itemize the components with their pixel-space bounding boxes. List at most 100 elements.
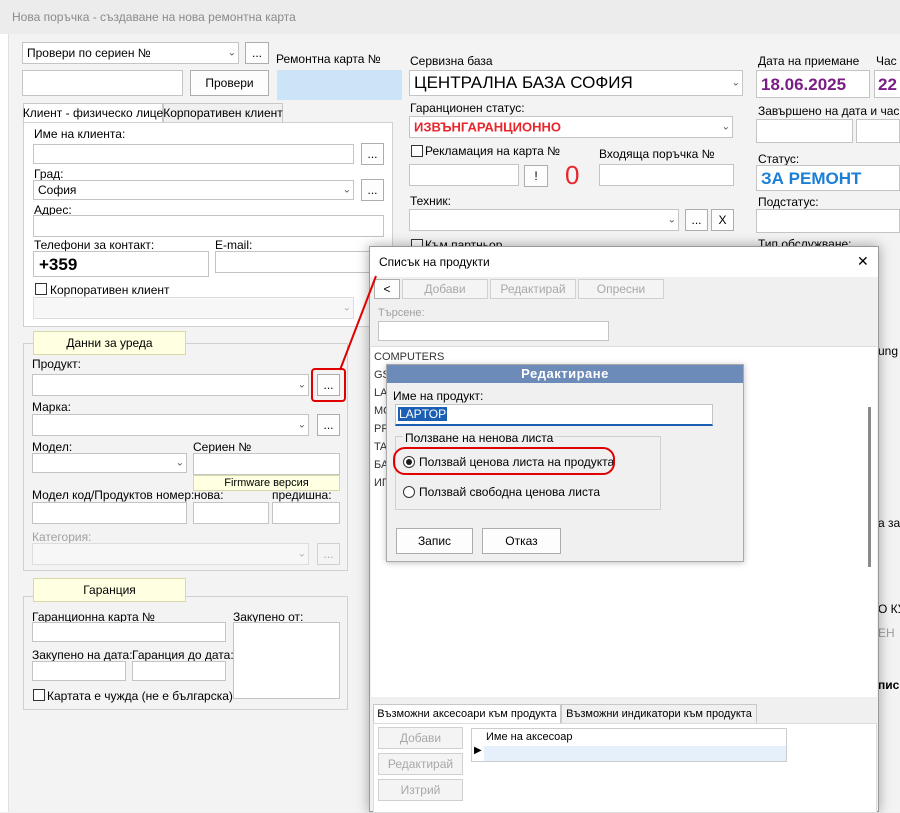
check-button[interactable]: Провери <box>190 70 269 96</box>
hour-label: Час н <box>876 54 900 68</box>
received-hour-field[interactable]: 22 <box>874 70 900 98</box>
accessory-column-header: Име на аксесоар <box>486 731 573 743</box>
foreign-card-checkbox[interactable] <box>33 689 45 701</box>
substatus-input[interactable] <box>756 209 900 233</box>
firmware-previous-input[interactable] <box>272 502 340 524</box>
received-date-label: Дата на приемане <box>758 54 860 68</box>
warranty-status-value: ИЗВЪНГАРАНЦИОННО <box>414 119 562 135</box>
save-button[interactable]: Запис <box>396 528 473 554</box>
corporate-client-checkbox[interactable] <box>35 283 47 295</box>
model-select[interactable]: ⌄ <box>32 453 187 473</box>
tab-indicators[interactable]: Възможни индикатори към продукта <box>561 704 757 724</box>
model-code-label: Модел код/Продуктов номер: <box>32 488 195 502</box>
technician-clear-button[interactable]: X <box>711 209 734 231</box>
device-data-header: Данни за уреда <box>33 331 186 355</box>
chevron-down-icon: ⌄ <box>667 214 676 226</box>
warranty-card-input[interactable] <box>32 622 226 642</box>
product-name-input[interactable]: LAPTOP <box>395 404 713 426</box>
received-date-value: 18.06.2025 <box>761 75 847 94</box>
free-price-list-label: Ползвай свободна ценова листа <box>419 485 601 499</box>
status-field[interactable]: ЗА РЕМОНТ <box>756 165 900 191</box>
edit-dialog-title: Редактиране <box>387 365 743 383</box>
accessory-new-row[interactable] <box>484 746 786 761</box>
left-date-column <box>0 0 9 812</box>
warranty-status-select[interactable]: ИЗВЪНГАРАНЦИОННО ⌄ <box>409 116 733 138</box>
service-base-label: Сервизна база <box>410 54 493 68</box>
brand-label: Марка: <box>32 400 71 414</box>
corporate-client-select[interactable]: ⌄ <box>33 297 354 319</box>
accessory-delete-button[interactable]: Изтрий <box>378 779 463 801</box>
add-product-button[interactable]: Добави <box>402 279 488 299</box>
warranty-status-label: Гаранционен статус: <box>410 101 525 115</box>
product-list-titlebar: Списък на продукти ✕ <box>370 247 878 277</box>
city-dots-button[interactable]: ... <box>361 179 384 201</box>
warranty-header: Гаранция <box>33 578 186 602</box>
city-value: София <box>38 183 77 197</box>
tab-individual-client[interactable]: Клиент - физическо лице <box>23 103 163 123</box>
cancel-button[interactable]: Отказ <box>482 528 561 554</box>
chevron-down-icon: ⌄ <box>227 47 236 59</box>
product-select[interactable]: ⌄ <box>32 374 309 396</box>
product-list-title: Списък на продукти <box>379 255 490 269</box>
accessory-add-button[interactable]: Добави <box>378 727 463 749</box>
refresh-button[interactable]: Опресни <box>578 279 664 299</box>
model-label: Модел: <box>32 440 73 454</box>
new-label: нова: <box>194 488 224 502</box>
chevron-down-icon: ⌄ <box>297 419 306 431</box>
bought-on-input[interactable] <box>32 661 126 681</box>
title-bar: Нова поръчка - създаване на нова ремонтн… <box>0 0 900 34</box>
incoming-order-input[interactable] <box>599 164 734 186</box>
edit-product-button[interactable]: Редактирай <box>490 279 576 299</box>
address-input[interactable] <box>33 215 384 237</box>
chevron-down-icon: ⌄ <box>721 121 730 133</box>
category-label: Категория: <box>32 530 92 544</box>
serial-search-input[interactable] <box>22 70 183 96</box>
completed-date-input[interactable] <box>756 119 853 143</box>
brand-dots-button[interactable]: ... <box>317 414 340 436</box>
window-title: Нова поръчка - създаване на нова ремонтн… <box>12 10 296 24</box>
tab-accessories[interactable]: Възможни аксесоари към продукта <box>373 704 561 724</box>
received-date-field[interactable]: 18.06.2025 <box>756 70 870 98</box>
claim-card-input[interactable] <box>409 164 519 186</box>
category-dots-button[interactable]: ... <box>317 543 340 565</box>
bought-from-input[interactable] <box>233 622 340 699</box>
search-mode-select[interactable]: Провери по сериен № ⌄ <box>22 42 239 64</box>
model-code-input[interactable] <box>32 502 187 524</box>
client-name-input[interactable] <box>33 144 354 164</box>
free-price-list-radio[interactable] <box>403 486 415 498</box>
previous-label: предишна: <box>272 488 332 502</box>
product-name-label: Име на продукт: <box>393 389 484 403</box>
right-fragment-3: О КУ <box>878 602 900 616</box>
product-label: Продукт: <box>32 357 81 371</box>
search-input[interactable] <box>378 321 609 341</box>
completed-time-input[interactable] <box>856 119 900 143</box>
claim-exclaim-button[interactable]: ! <box>524 165 548 187</box>
client-name-label: Име на клиента: <box>34 127 126 141</box>
tab-corporate-client[interactable]: Корпоративен клиент <box>163 103 283 123</box>
technician-dots-button[interactable]: ... <box>685 209 708 231</box>
status-label: Статус: <box>758 152 800 166</box>
claim-checkbox[interactable] <box>411 145 423 157</box>
close-icon[interactable]: ✕ <box>857 253 869 270</box>
client-name-dots-button[interactable]: ... <box>361 143 384 165</box>
repair-card-label: Ремонтна карта № <box>276 52 381 66</box>
phone-input[interactable]: +359 <box>33 251 209 277</box>
brand-select[interactable]: ⌄ <box>32 414 309 436</box>
warranty-to-input[interactable] <box>132 661 226 681</box>
chevron-down-icon: ⌄ <box>175 457 184 469</box>
firmware-new-input[interactable] <box>193 502 269 524</box>
price-list-group-label: Ползване на ненова листа <box>403 431 556 445</box>
category-select[interactable]: ⌄ <box>32 543 309 565</box>
claim-count: 0 <box>565 160 580 190</box>
service-base-select[interactable]: ЦЕНТРАЛНА БАЗА СОФИЯ ⌄ <box>409 70 743 96</box>
city-select[interactable]: София ⌄ <box>33 180 354 200</box>
city-label: Град: <box>34 167 64 181</box>
serial-input[interactable] <box>193 453 340 475</box>
technician-select[interactable]: ⌄ <box>409 209 679 231</box>
vertical-scrollbar[interactable] <box>868 407 871 567</box>
chevron-down-icon: ⌄ <box>297 548 306 560</box>
received-hour-value: 22 <box>878 75 897 94</box>
accessory-grid: Име на аксесоар ▶ <box>471 728 787 762</box>
search-mode-dots-button[interactable]: ... <box>245 42 269 64</box>
accessory-edit-button[interactable]: Редактирай <box>378 753 463 775</box>
